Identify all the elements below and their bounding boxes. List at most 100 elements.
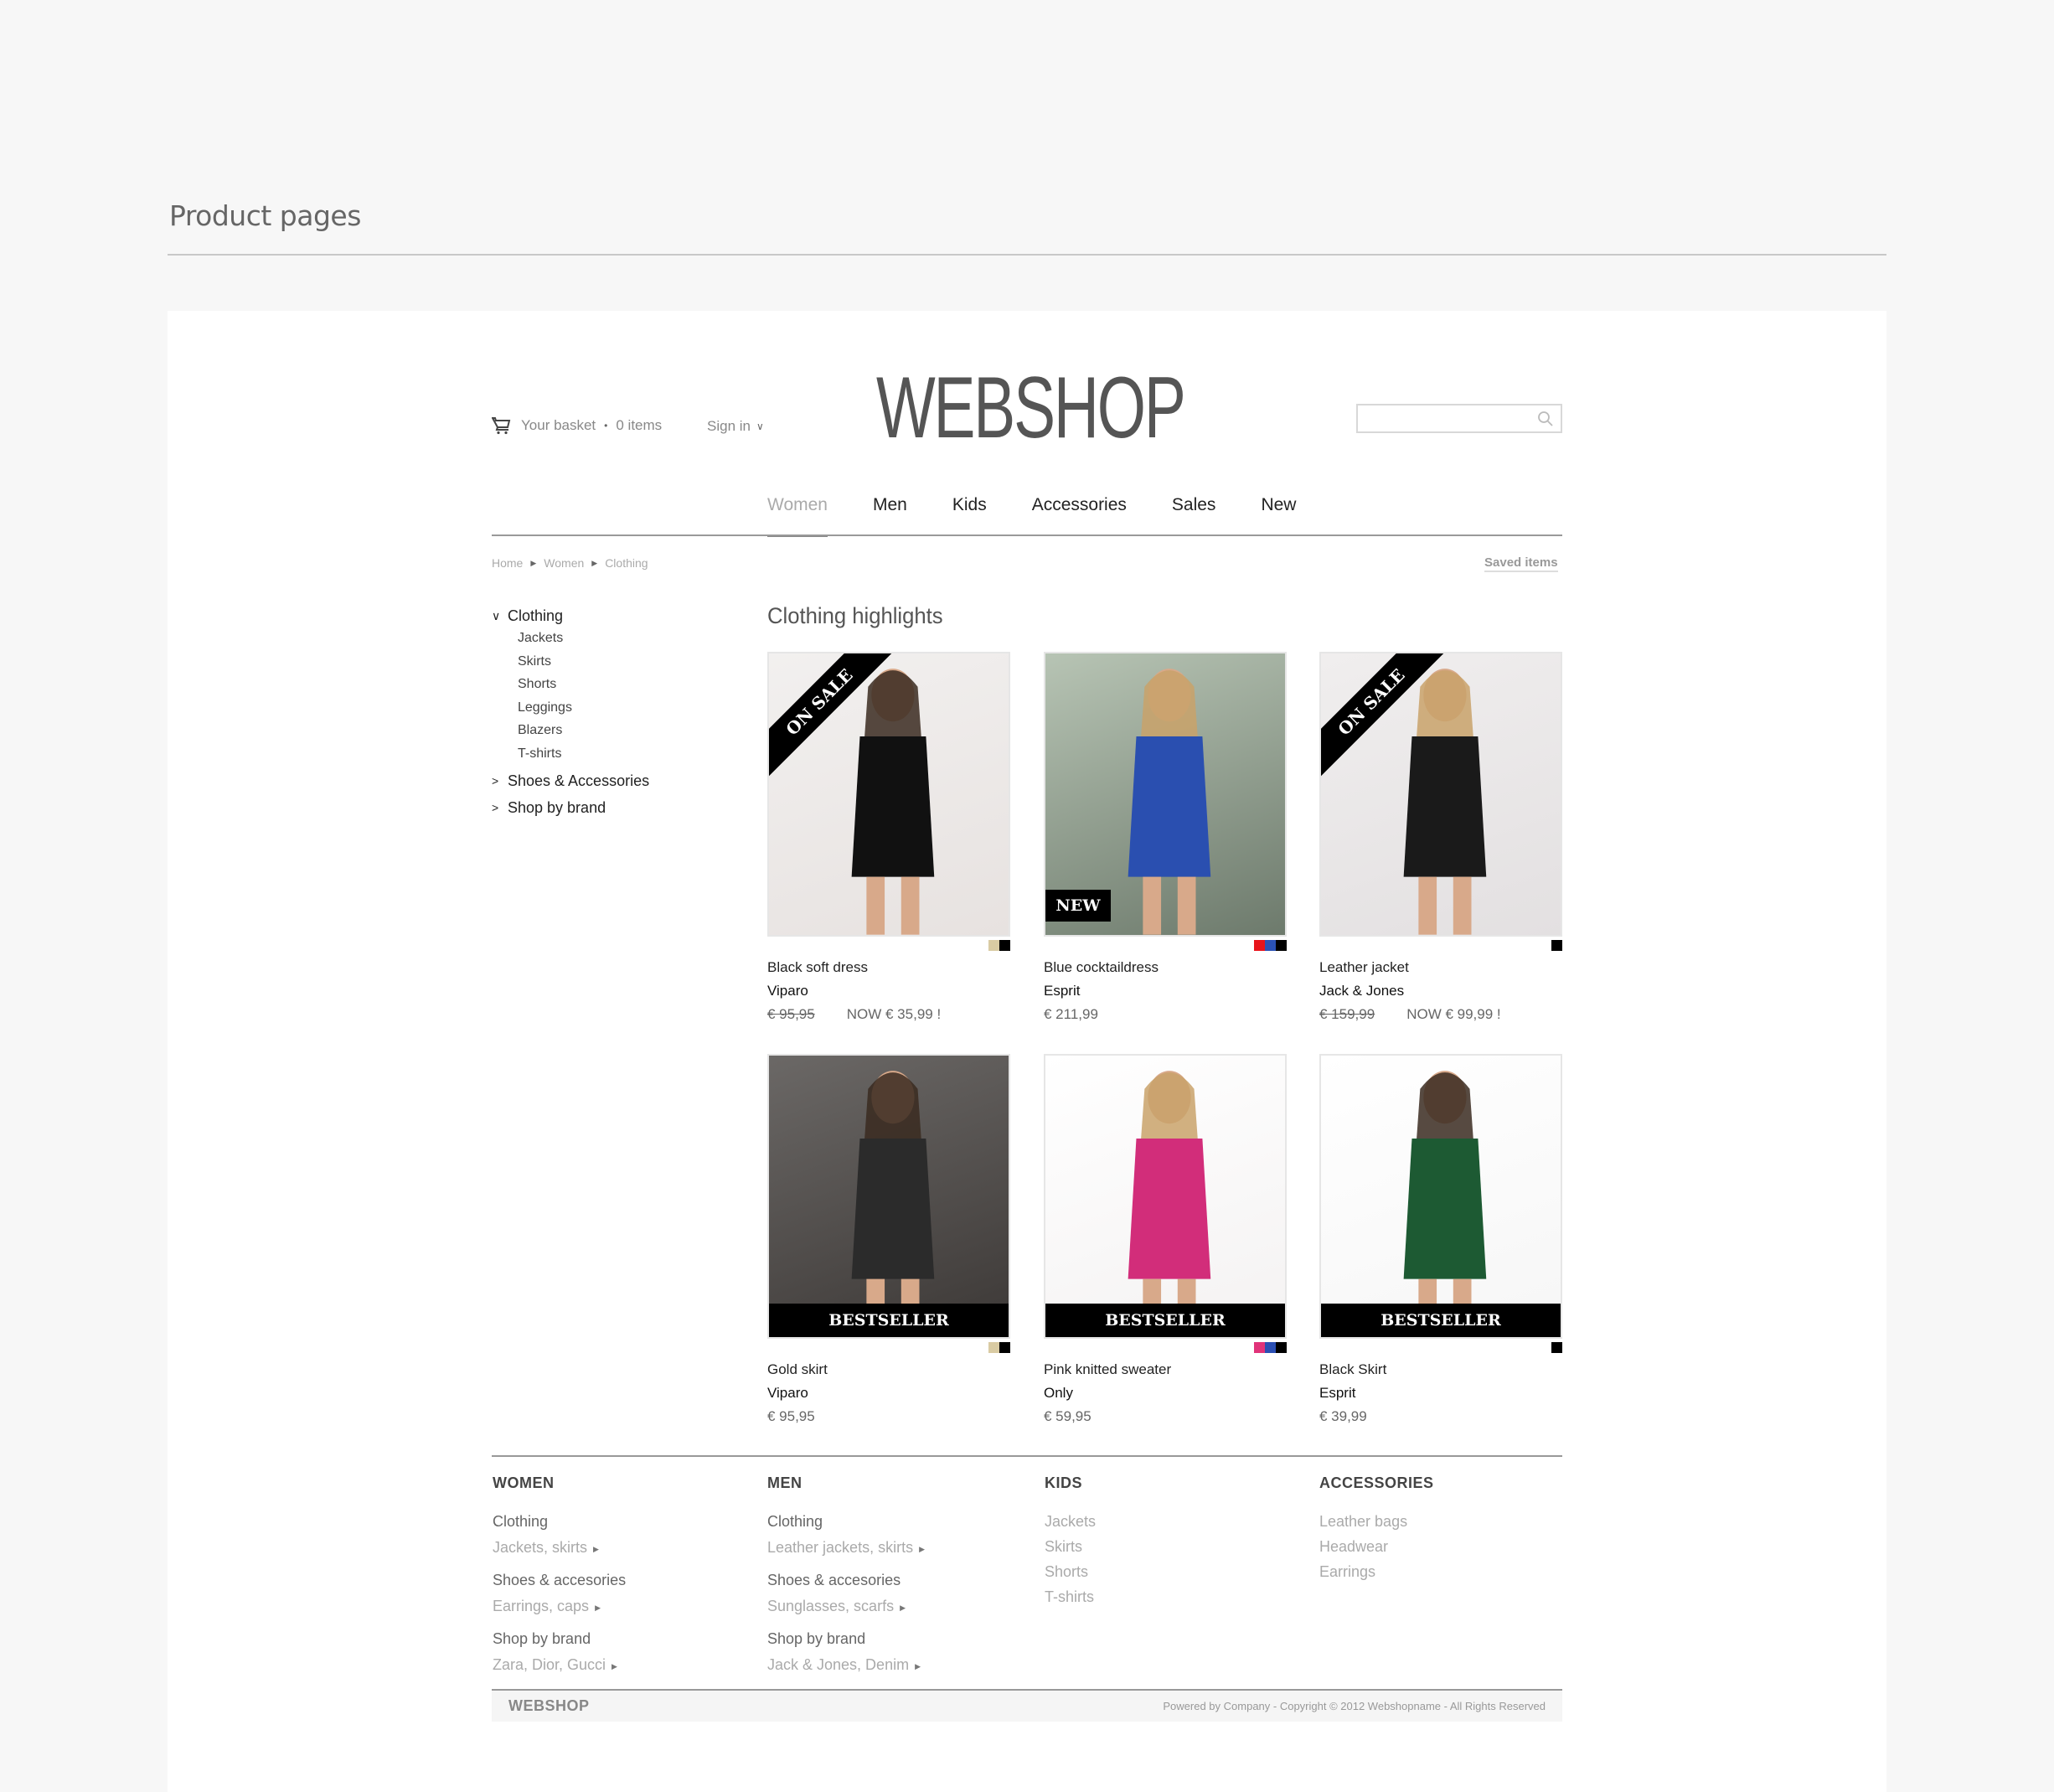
search-box[interactable]	[1356, 404, 1562, 433]
nav-item-accessories[interactable]: Accessories	[1032, 495, 1127, 536]
color-swatch[interactable]	[988, 940, 999, 951]
sidebar-item-blazers[interactable]: Blazers	[492, 719, 649, 742]
nav-item-men[interactable]: Men	[873, 495, 907, 536]
sign-in-label: Sign in	[707, 418, 751, 434]
sidebar-item-leggings[interactable]: Leggings	[492, 696, 649, 720]
footer-sublink[interactable]: Zara, Dior, Gucci ▶	[493, 1652, 626, 1685]
product-name[interactable]: Pink knitted sweater	[1044, 1361, 1287, 1378]
product-name[interactable]: Black soft dress	[767, 959, 1010, 976]
footer-link[interactable]: Earrings	[1319, 1559, 1434, 1584]
grid-title: Clothing highlights	[767, 603, 943, 628]
product-image[interactable]: NEW	[1044, 652, 1287, 937]
footer-link[interactable]: Skirts	[1045, 1534, 1096, 1559]
sidebar-item-shorts[interactable]: Shorts	[492, 673, 649, 696]
sidebar-group[interactable]: > Shop by brand	[492, 797, 649, 819]
current-price: € 95,95	[767, 1408, 815, 1424]
color-swatch[interactable]	[1551, 940, 1562, 951]
product-name[interactable]: Black Skirt	[1319, 1361, 1562, 1378]
model-photo	[851, 1071, 935, 1337]
color-swatches	[1319, 940, 1562, 951]
color-swatch[interactable]	[1276, 1342, 1287, 1353]
basket-label: Your basket	[521, 417, 596, 433]
footer-link[interactable]: Shop by brand	[493, 1626, 626, 1652]
footer-sublink[interactable]: Jack & Jones, Denim ▶	[767, 1652, 925, 1685]
search-input[interactable]	[1358, 405, 1525, 431]
footer-heading: WOMEN	[493, 1474, 555, 1491]
product-name[interactable]: Leather jacket	[1319, 959, 1562, 976]
color-swatch[interactable]	[1254, 1342, 1265, 1353]
footer-link[interactable]: Clothing	[493, 1509, 626, 1535]
product-name[interactable]: Blue cocktaildress	[1044, 959, 1287, 976]
product-image[interactable]: BESTSELLER	[1044, 1054, 1287, 1339]
footer-link[interactable]: Shoes & accesories	[493, 1567, 626, 1593]
saved-items-link[interactable]: Saved items	[1484, 555, 1558, 572]
footer-link[interactable]: Shorts	[1045, 1559, 1096, 1584]
chevron-right-icon: >	[492, 774, 499, 788]
product-card[interactable]: ON SALE Black soft dress Viparo € 95,95 NOW …	[767, 652, 1010, 1023]
footer-sublink[interactable]: Sunglasses, scarfs ▶	[767, 1593, 925, 1626]
logo[interactable]: WEBSHOP	[876, 364, 1186, 452]
current-price: € 59,95	[1044, 1408, 1092, 1424]
breadcrumb-item[interactable]: Home	[492, 556, 523, 570]
footer-link[interactable]: Shoes & accesories	[767, 1567, 925, 1593]
color-swatches	[1044, 1342, 1287, 1353]
product-card[interactable]: ON SALE Leather jacket Jack & Jones € 159,9…	[1319, 652, 1562, 1023]
color-swatch[interactable]	[1276, 940, 1287, 951]
footer-sublink-label: Jackets, skirts	[493, 1539, 588, 1556]
product-image[interactable]: BESTSELLER	[767, 1054, 1010, 1339]
caret-right-icon: ▶	[593, 1545, 599, 1553]
color-swatches	[767, 1342, 1010, 1353]
footer-sublink[interactable]: Earrings, caps ▶	[493, 1593, 626, 1626]
color-swatch[interactable]	[999, 940, 1010, 951]
product-image[interactable]: ON SALE	[767, 652, 1010, 937]
color-swatch[interactable]	[1551, 1342, 1562, 1353]
color-swatch[interactable]	[1254, 940, 1265, 951]
footer-link[interactable]: Headwear	[1319, 1534, 1434, 1559]
main-nav: Women Men Kids Accessories Sales New	[767, 495, 1341, 537]
nav-item-women[interactable]: Women	[767, 495, 828, 537]
footer-sublink[interactable]: Jackets, skirts ▶	[493, 1535, 626, 1567]
sign-in-dropdown[interactable]: Sign in ∨	[707, 418, 764, 435]
product-name[interactable]: Gold skirt	[767, 1361, 1010, 1378]
sidebar-group-label: Clothing	[508, 607, 564, 624]
color-swatch[interactable]	[1265, 940, 1276, 951]
breadcrumb-item[interactable]: Women	[544, 556, 584, 570]
color-swatch[interactable]	[999, 1342, 1010, 1353]
product-price: € 95,95	[767, 1408, 1010, 1425]
footer-sublink[interactable]: Leather jackets, skirts ▶	[767, 1535, 925, 1567]
nav-item-kids[interactable]: Kids	[952, 495, 987, 536]
sidebar-item-jackets[interactable]: Jackets	[492, 627, 649, 650]
color-swatches	[1319, 1342, 1562, 1353]
product-card[interactable]: BESTSELLER Black Skirt Esprit € 39,99	[1319, 1054, 1562, 1425]
current-price: NOW € 35,99 !	[846, 1006, 942, 1022]
color-swatch[interactable]	[988, 1342, 999, 1353]
product-image[interactable]: BESTSELLER	[1319, 1054, 1562, 1339]
product-price: € 95,95 NOW € 35,99 !	[767, 1006, 1010, 1023]
footer-link[interactable]: Shop by brand	[767, 1626, 925, 1652]
color-swatch[interactable]	[1265, 1342, 1276, 1353]
nav-item-new[interactable]: New	[1261, 495, 1296, 536]
nav-item-sales[interactable]: Sales	[1172, 495, 1216, 536]
product-brand: Viparo	[767, 983, 808, 999]
bottom-bar: WEBSHOP Powered by Company - Copyright ©…	[492, 1691, 1562, 1722]
product-image[interactable]: ON SALE	[1319, 652, 1562, 937]
sidebar-item-t-shirts[interactable]: T-shirts	[492, 742, 649, 766]
bestseller-badge: BESTSELLER	[1045, 1304, 1285, 1337]
search-icon[interactable]	[1537, 411, 1554, 427]
footer-link[interactable]: Clothing	[767, 1509, 925, 1535]
section-title: Product pages	[169, 199, 361, 232]
sidebar-group-clothing[interactable]: ∨ Clothing	[492, 605, 649, 627]
footer-link[interactable]: T-shirts	[1045, 1584, 1096, 1609]
sidebar-group-label: Shop by brand	[508, 798, 606, 816]
color-swatches	[767, 940, 1010, 951]
product-card[interactable]: BESTSELLER Pink knitted sweater Only € 59,9…	[1044, 1054, 1287, 1425]
footer-link[interactable]: Leather bags	[1319, 1509, 1434, 1534]
footer-brand: WEBSHOP	[508, 1697, 590, 1714]
product-card[interactable]: BESTSELLER Gold skirt Viparo € 95,95	[767, 1054, 1010, 1425]
webshop-mockup: Your basket • 0 items Sign in ∨ WEBSHOP …	[168, 311, 1886, 1792]
product-card[interactable]: NEW Blue cocktaildress Esprit € 211,99	[1044, 652, 1287, 1023]
footer-link[interactable]: Jackets	[1045, 1509, 1096, 1534]
sidebar-group[interactable]: > Shoes & Accessories	[492, 772, 649, 789]
sidebar-item-skirts[interactable]: Skirts	[492, 650, 649, 674]
basket-link[interactable]: Your basket • 0 items	[492, 416, 662, 435]
